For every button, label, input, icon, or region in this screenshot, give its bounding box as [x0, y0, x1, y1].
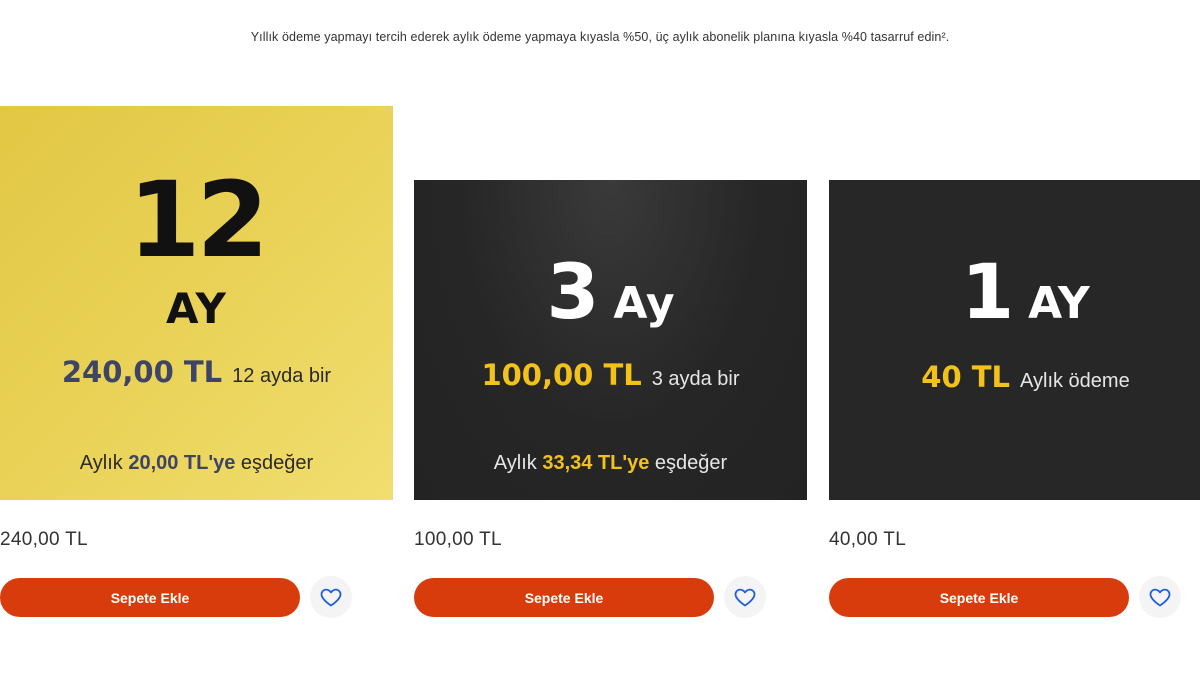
plan-price-line: 40 TL Aylık ödeme: [921, 360, 1129, 394]
plan-list-price: 240,00 TL: [0, 529, 88, 550]
plan-list-price: 100,00 TL: [414, 529, 502, 550]
heart-outline-icon: [1149, 588, 1171, 607]
plan-duration-number: 1: [961, 247, 1014, 336]
plan-price: 100,00 TL: [481, 358, 642, 392]
equiv-suffix: eşdeğer: [235, 452, 314, 474]
plan-card-12-months: 12 AY 240,00 TL 12 ayda bir Aylık 20,00 …: [0, 0, 393, 675]
add-to-cart-button[interactable]: Sepete Ekle: [414, 578, 714, 617]
plan-banner[interactable]: 12 AY 240,00 TL 12 ayda bir Aylık 20,00 …: [0, 106, 393, 500]
favorite-button[interactable]: [1139, 576, 1181, 618]
add-to-cart-button[interactable]: Sepete Ekle: [829, 578, 1129, 617]
plan-duration-unit: AY: [166, 284, 227, 333]
plan-duration-number: 3: [546, 247, 599, 336]
plan-monthly-equivalent: Aylık 20,00 TL'ye eşdeğer: [80, 452, 313, 475]
equiv-value: 20,00 TL'ye: [128, 452, 236, 474]
plan-price: 240,00 TL: [61, 355, 223, 389]
equiv-prefix: Aylık: [493, 452, 543, 474]
plan-banner[interactable]: 3 Ay 100,00 TL 3 ayda bir Aylık 33,34 TL…: [414, 180, 807, 500]
plan-price-line: 240,00 TL 12 ayda bir: [62, 355, 331, 389]
plan-duration-unit: Ay: [613, 278, 675, 329]
plan-card-3-months: 3 Ay 100,00 TL 3 ayda bir Aylık 33,34 TL…: [414, 0, 807, 675]
heart-outline-icon: [734, 588, 756, 607]
plan-title: 3 Ay: [546, 254, 674, 330]
plan-price: 40 TL: [921, 360, 1011, 394]
plan-period: 3 ayda bir: [651, 368, 740, 390]
plan-duration-unit: AY: [1028, 278, 1090, 329]
add-to-cart-button[interactable]: Sepete Ekle: [0, 578, 300, 617]
plan-monthly-equivalent: Aylık 33,34 TL'ye eşdeğer: [494, 452, 727, 475]
plan-period: 12 ayda bir: [232, 365, 332, 387]
equiv-value: 33,34 TL'ye: [542, 452, 650, 474]
plan-banner[interactable]: 1 AY 40 TL Aylık ödeme: [829, 180, 1200, 500]
plan-price-line: 100,00 TL 3 ayda bir: [481, 358, 739, 392]
equiv-suffix: eşdeğer: [649, 452, 728, 474]
heart-outline-icon: [320, 588, 342, 607]
equiv-prefix: Aylık: [79, 452, 129, 474]
favorite-button[interactable]: [310, 576, 352, 618]
subscription-plans-page: Yıllık ödeme yapmayı tercih ederek aylık…: [0, 0, 1200, 675]
plan-period: Aylık ödeme: [1020, 370, 1130, 392]
favorite-button[interactable]: [724, 576, 766, 618]
plan-card-1-month: 1 AY 40 TL Aylık ödeme 40,00 TL Sepete E…: [829, 0, 1200, 675]
plan-duration-number: 12: [128, 159, 269, 281]
plan-list-price: 40,00 TL: [829, 529, 907, 550]
plan-title: 1 AY: [961, 254, 1090, 330]
